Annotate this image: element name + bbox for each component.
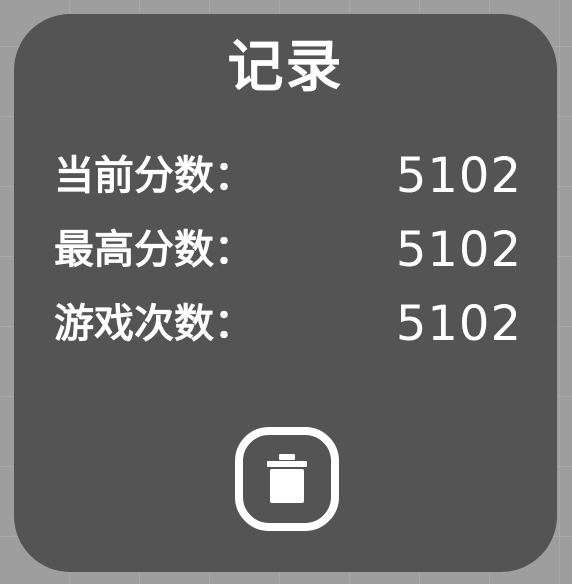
panel-title: 记录 bbox=[227, 35, 344, 100]
stat-row-games-played: 游戏次数： 5102 bbox=[54, 294, 522, 354]
clear-records-button[interactable] bbox=[235, 427, 339, 531]
games-played-label: 游戏次数： bbox=[54, 301, 254, 347]
stat-row-current-score: 当前分数： 5102 bbox=[54, 146, 522, 206]
trash-icon bbox=[267, 454, 307, 503]
high-score-value: 5102 bbox=[395, 222, 522, 278]
current-score-label: 当前分数： bbox=[54, 153, 254, 199]
high-score-label: 最高分数： bbox=[54, 227, 254, 273]
games-played-value: 5102 bbox=[395, 296, 522, 352]
stat-row-high-score: 最高分数： 5102 bbox=[54, 220, 522, 280]
record-panel: 记录 当前分数： 5102 最高分数： 5102 游戏次数： 5102 bbox=[14, 14, 557, 572]
current-score-value: 5102 bbox=[395, 148, 522, 204]
